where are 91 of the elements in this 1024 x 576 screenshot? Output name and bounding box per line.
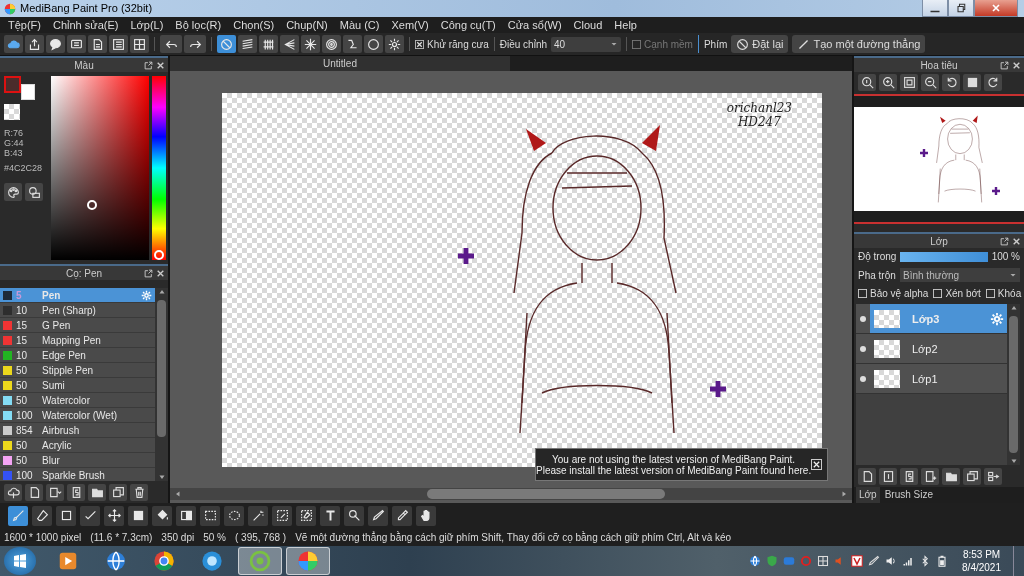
brush-size: 50 xyxy=(16,439,29,451)
rgb-value: R:76 xyxy=(4,128,24,138)
layer-item[interactable]: Lớp1 xyxy=(856,364,1007,394)
panel-title: Hoa tiêu xyxy=(920,59,958,71)
brush-name: Watercolor xyxy=(42,394,91,406)
opacity-label: Độ trong xyxy=(858,251,896,262)
layer-option-checkbox[interactable]: Khóa xyxy=(985,288,1022,299)
blend-label: Pha trộn xyxy=(858,269,896,281)
notice-text: Please install the latest version of MediBang Paint found here. xyxy=(536,464,812,476)
status-text: 50 % xyxy=(203,531,226,543)
brush-name: Acrylic xyxy=(42,439,73,451)
panel-title: Màu xyxy=(74,59,94,71)
rgb-value: B:43 xyxy=(4,148,24,158)
status-text: 350 dpi xyxy=(161,531,195,543)
brush-name: Blur xyxy=(42,454,61,466)
menu-item[interactable]: Lớp(L) xyxy=(124,17,170,33)
brush-name: Pen (Sharp) xyxy=(42,304,97,316)
menu-item[interactable]: Xem(V) xyxy=(385,17,435,33)
brush-name: Mapping Pen xyxy=(42,334,102,346)
keys-label: Phím xyxy=(703,38,728,50)
brush-item[interactable]: 10 Edge Pen xyxy=(0,348,155,363)
brush-name: Pen xyxy=(42,289,62,301)
brush-name: Stipple Pen xyxy=(42,364,95,376)
brush-name: Airbrush xyxy=(42,424,81,436)
layer-name: Lớp2 xyxy=(912,342,939,355)
brush-size: 15 xyxy=(16,319,29,331)
status-text: ( 395, 768 ) xyxy=(234,531,287,543)
window-title: MediBang Paint Pro (32bit) xyxy=(20,1,153,16)
menu-item[interactable]: Bộ lọc(R) xyxy=(169,17,228,33)
panel-title: Cọ: Pen xyxy=(65,267,103,279)
brush-size: 15 xyxy=(16,334,29,346)
brush-size: 10 xyxy=(16,304,29,316)
brush-name: Watercolor (Wet) xyxy=(42,409,118,421)
notice-text: You are not using the latest version of MediBang Paint. xyxy=(552,453,796,465)
correction-dropdown[interactable]: 40 xyxy=(551,36,622,52)
brush-item[interactable]: 50 Watercolor xyxy=(0,393,155,408)
panel-tab[interactable]: Lớp xyxy=(856,487,880,503)
brush-size: 100 xyxy=(16,469,34,481)
brush-size: 5 xyxy=(16,289,23,301)
panel-title: Lớp xyxy=(930,235,948,247)
clock-date: 8/4/2021 xyxy=(962,561,1001,574)
brush-name: G Pen xyxy=(42,319,72,331)
status-hint: Vẽ một đường thẳng bằng cách giữ phím Shift, Thay đổi cỡ cọ bằng cách giữ phím Ctrl, Alt và kéo xyxy=(295,531,732,543)
brush-item[interactable]: 15 Mapping Pen xyxy=(0,333,155,348)
brush-name: Edge Pen xyxy=(42,349,87,361)
document-tab[interactable]: Untitled xyxy=(170,56,510,71)
straight-line-button[interactable]: Tạo một đường thẳng xyxy=(792,35,926,53)
brush-size: 50 xyxy=(16,379,29,391)
brush-size: 100 xyxy=(16,409,34,421)
brush-size: 50 xyxy=(16,364,29,376)
antialias-checkbox[interactable]: Khử răng cưa xyxy=(415,38,489,50)
hex-value: #4C2C28 xyxy=(4,163,44,173)
brush-item[interactable]: 100 Watercolor (Wet) xyxy=(0,408,155,423)
clock-time: 8:53 PM xyxy=(962,548,1001,561)
layer-name: Lớp3 xyxy=(912,312,941,325)
brush-item[interactable]: 15 G Pen xyxy=(0,318,155,333)
layer-option-checkbox[interactable]: Xén bớt xyxy=(933,288,981,299)
menu-item[interactable]: Cloud xyxy=(567,17,609,33)
correction-label: Điều chỉnh xyxy=(499,38,548,50)
menu-item[interactable]: Màu (C) xyxy=(333,17,386,33)
menu-item[interactable]: Công cụ(T) xyxy=(434,17,502,33)
menu-item[interactable]: Chụp(N) xyxy=(280,17,334,33)
layer-item[interactable]: Lớp2 xyxy=(856,334,1007,364)
brush-size: 50 xyxy=(16,394,29,406)
brush-size: 10 xyxy=(16,349,29,361)
handwritten-signature: orichanl23 xyxy=(726,101,792,115)
layer-option-checkbox[interactable]: Bảo vệ alpha xyxy=(858,288,929,299)
reset-button[interactable]: Đặt lại xyxy=(731,35,789,53)
menu-item[interactable]: Help xyxy=(608,17,643,33)
menu-item[interactable]: Chỉnh sửa(E) xyxy=(47,17,125,33)
menu-item[interactable]: Chọn(S) xyxy=(227,17,281,33)
blend-mode-dropdown[interactable]: Bình thường xyxy=(900,268,1020,282)
brush-item[interactable]: 50 Sumi xyxy=(0,378,155,393)
status-text: 1600 * 1000 pixel xyxy=(4,531,82,543)
brush-name: Sparkle Brush xyxy=(42,469,106,481)
menu-item[interactable]: Tệp(F) xyxy=(2,17,47,33)
brush-item[interactable]: 50 Stipple Pen xyxy=(0,363,155,378)
brush-size: 50 xyxy=(16,454,29,466)
brush-size: 854 xyxy=(16,424,34,436)
rgb-value: G:44 xyxy=(4,138,25,148)
status-text: (11.6 * 7.3cm) xyxy=(90,531,153,543)
layer-name: Lớp1 xyxy=(912,372,939,385)
brush-item[interactable]: 854 Airbrush xyxy=(0,423,155,438)
handwritten-signature: HD247 xyxy=(737,115,781,129)
menu-item[interactable]: Cửa sổ(W) xyxy=(501,17,568,33)
panel-tab[interactable]: Brush Size xyxy=(881,487,937,503)
brush-item[interactable]: 50 Blur xyxy=(0,453,155,468)
opacity-value: 100 % xyxy=(991,251,1020,262)
brush-name: Sumi xyxy=(42,379,66,391)
brush-item[interactable]: 10 Pen (Sharp) xyxy=(0,303,155,318)
brush-item[interactable]: 50 Acrylic xyxy=(0,438,155,453)
